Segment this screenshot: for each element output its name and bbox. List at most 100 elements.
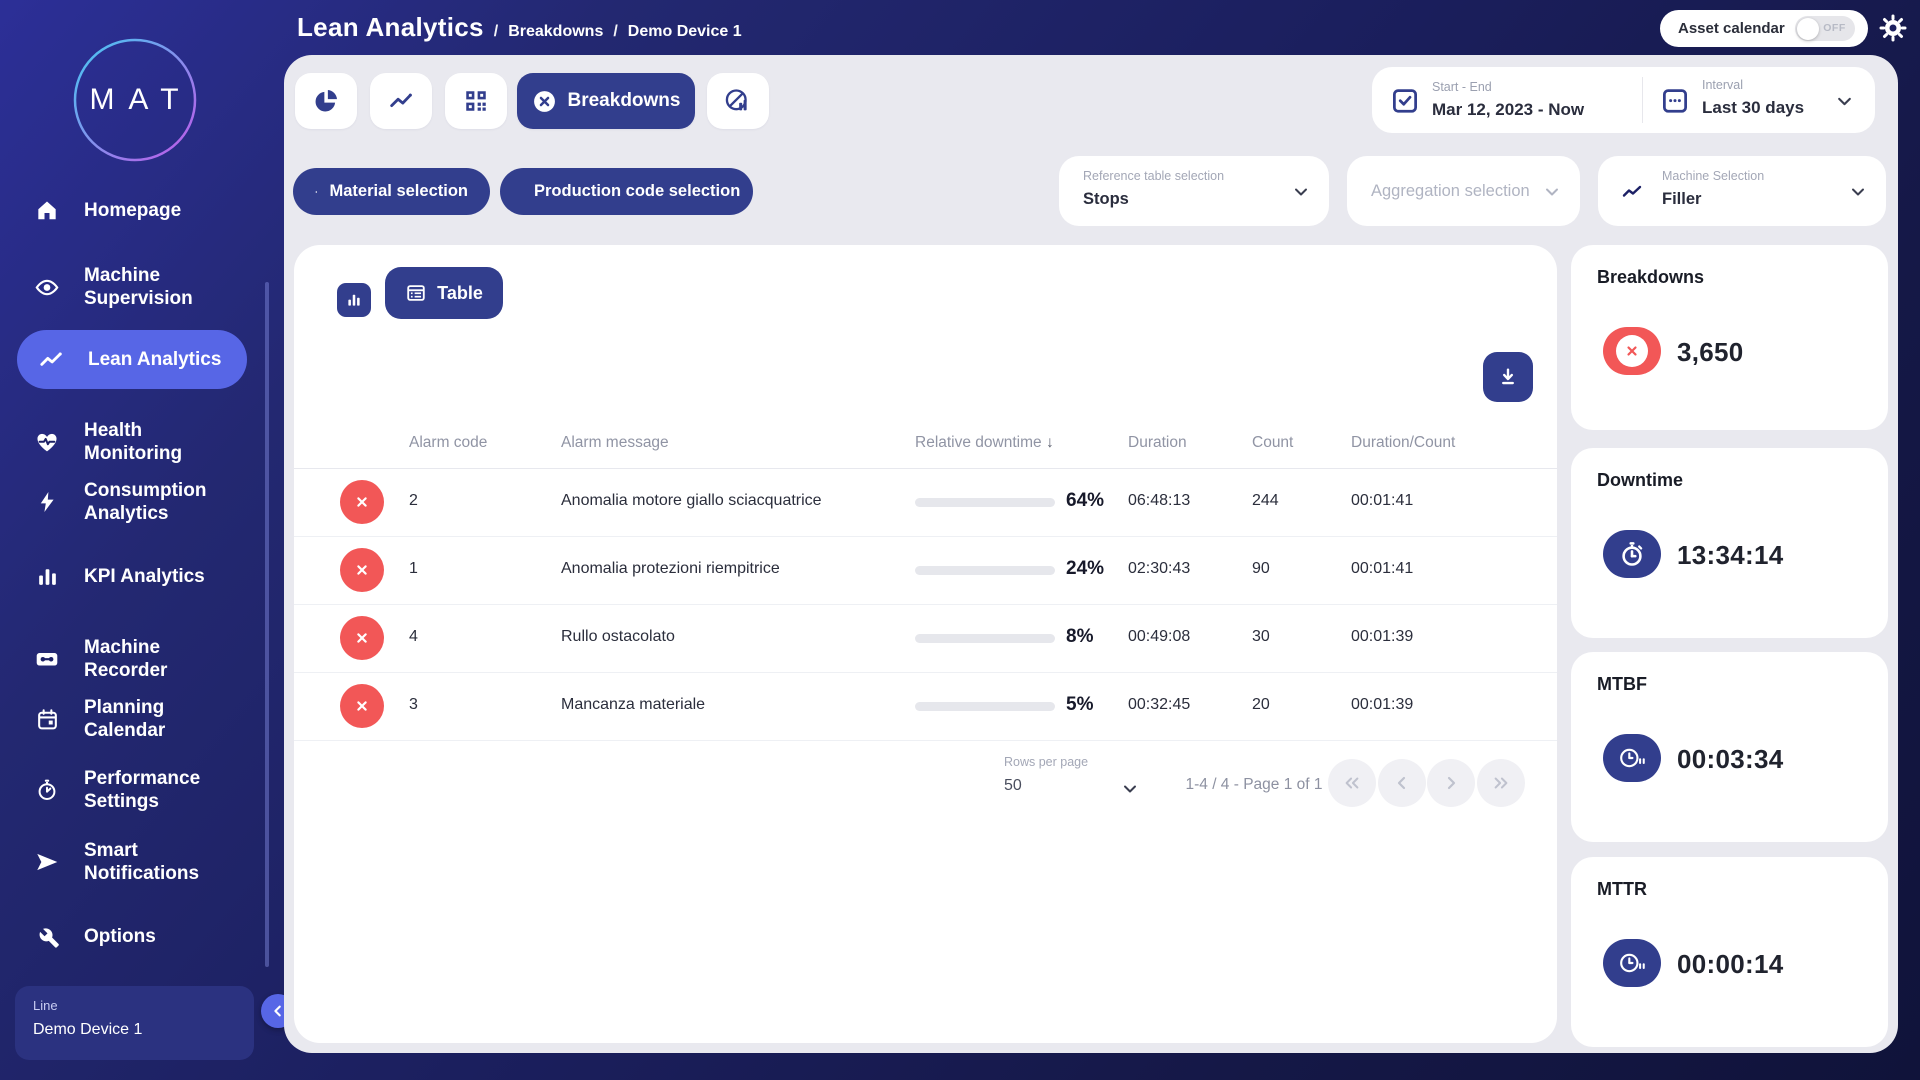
sidebar-item-consumption-analytics[interactable]: Consumption Analytics: [0, 479, 264, 525]
column-header-count[interactable]: Count: [1252, 434, 1293, 452]
trend-line-icon: [387, 87, 415, 115]
reference-table-value: Stops: [1083, 190, 1129, 209]
sidebar-scrollbar[interactable]: [265, 282, 269, 967]
material-selection-label: Material selection: [330, 182, 468, 201]
sidebar-item-smart-notifications[interactable]: Smart Notifications: [0, 839, 264, 885]
chart-view-button[interactable]: [337, 283, 371, 317]
download-button[interactable]: [1483, 352, 1533, 402]
rows-per-page-value[interactable]: 50: [1004, 777, 1022, 795]
table-view-label: Table: [437, 283, 483, 304]
sidebar-item-kpi-analytics[interactable]: KPI Analytics: [0, 563, 264, 589]
table-row[interactable]: 1 Anomalia protezioni riempitrice 24% 02…: [294, 536, 1557, 605]
column-header-alarm-code[interactable]: Alarm code: [409, 434, 487, 452]
production-code-selection-button[interactable]: Production code selection: [500, 168, 753, 215]
qr-code-icon: [463, 88, 489, 114]
calendar-check-icon: [1390, 85, 1420, 115]
heart-pulse-icon: [34, 429, 60, 455]
sidebar-item-label: Machine Supervision: [84, 264, 244, 310]
gear-icon: [1878, 13, 1908, 43]
machine-selection-dropdown[interactable]: Machine Selection Filler: [1598, 156, 1886, 226]
cell-duration-per-count: 00:01:41: [1351, 560, 1413, 578]
cell-downtime-pct: 5%: [1066, 694, 1093, 716]
cell-downtime-pct: 64%: [1066, 490, 1104, 512]
interval-selector[interactable]: Interval Last 30 days: [1642, 67, 1875, 133]
bar-chart-icon: [34, 563, 60, 589]
settings-gear-button[interactable]: [1878, 13, 1908, 43]
sidebar-item-machine-recorder[interactable]: Machine Recorder: [0, 636, 264, 682]
column-header-relative-downtime[interactable]: Relative downtime ↓: [915, 434, 1054, 452]
sidebar-item-lean-analytics[interactable]: Lean Analytics: [17, 330, 247, 389]
kpi-card-mttr: MTTR 00:00:14: [1571, 857, 1888, 1047]
sidebar-item-planning-calendar[interactable]: Planning Calendar: [0, 696, 264, 742]
alarm-x-icon: [340, 684, 384, 728]
asset-calendar-label: Asset calendar: [1678, 20, 1785, 37]
tab-oee[interactable]: [707, 73, 769, 129]
trend-icon: [38, 347, 64, 373]
prev-page-button[interactable]: [1378, 759, 1426, 807]
switch-state-label: OFF: [1823, 22, 1846, 34]
sidebar: MAT Homepage Machine Supervision Lean An…: [0, 0, 284, 1080]
bar-chart-view-icon: [345, 291, 363, 309]
kpi-card-mtbf: MTBF 00:03:34: [1571, 652, 1888, 842]
aggregation-dropdown[interactable]: Aggregation selection: [1347, 156, 1580, 226]
table-row[interactable]: 4 Rullo ostacolato 8% 00:49:08 30 00:01:…: [294, 604, 1557, 673]
column-header-duration[interactable]: Duration: [1128, 434, 1187, 452]
downtime-bar: [915, 702, 1055, 711]
line-selector-card[interactable]: Line Demo Device 1: [15, 986, 254, 1060]
download-icon: [1497, 366, 1519, 388]
kpi-value: 00:00:14: [1677, 949, 1783, 980]
stopwatch-icon: [1603, 530, 1661, 578]
breadcrumb-separator: /: [494, 23, 498, 41]
cell-alarm-message: Anomalia protezioni riempitrice: [561, 560, 780, 578]
cell-alarm-code: 4: [409, 628, 418, 646]
sidebar-item-label: Planning Calendar: [84, 696, 244, 742]
cell-duration: 02:30:43: [1128, 560, 1190, 578]
table-view-button[interactable]: Table: [385, 267, 503, 319]
line-label: Line: [33, 998, 236, 1013]
next-page-button[interactable]: [1427, 759, 1475, 807]
alarm-x-icon: [340, 480, 384, 524]
downtime-bar: [915, 566, 1055, 575]
start-end-selector[interactable]: Start - End Mar 12, 2023 - Now: [1372, 67, 1642, 133]
cell-alarm-code: 3: [409, 696, 418, 714]
start-end-label: Start - End: [1432, 80, 1492, 94]
clock-pause-icon: [1603, 939, 1661, 987]
tab-qr-code[interactable]: [445, 73, 507, 129]
chevron-down-icon[interactable]: [1122, 781, 1138, 797]
pagination-range-label: 1-4 / 4 - Page 1 of 1: [1154, 776, 1354, 794]
bolt-icon: [34, 489, 60, 515]
table-row[interactable]: 3 Mancanza materiale 5% 00:32:45 20 00:0…: [294, 672, 1557, 741]
home-icon: [34, 197, 60, 223]
sidebar-item-options[interactable]: Options: [0, 923, 264, 949]
column-header-alarm-message[interactable]: Alarm message: [561, 434, 669, 452]
cell-duration-per-count: 00:01:39: [1351, 628, 1413, 646]
sidebar-item-machine-supervision[interactable]: Machine Supervision: [0, 264, 264, 310]
sidebar-item-health-monitoring[interactable]: Health Monitoring: [0, 419, 264, 465]
calendar-icon: [34, 706, 60, 732]
breadcrumb-item[interactable]: Breakdowns: [508, 23, 603, 41]
pie-chart-icon: [312, 87, 340, 115]
asset-calendar-toggle-pill[interactable]: Asset calendar OFF: [1660, 10, 1868, 47]
sidebar-item-label: Homepage: [84, 199, 181, 222]
sidebar-item-label: Performance Settings: [84, 767, 244, 813]
tab-breakdowns-active[interactable]: Breakdowns: [517, 73, 695, 129]
table-row[interactable]: 2 Anomalia motore giallo sciacquatrice 6…: [294, 468, 1557, 537]
sidebar-item-performance-settings[interactable]: Performance Settings: [0, 767, 264, 813]
breadcrumb-item[interactable]: Demo Device 1: [628, 23, 742, 41]
tab-pie-chart[interactable]: [295, 73, 357, 129]
sidebar-item-label: Machine Recorder: [84, 636, 244, 682]
sidebar-item-homepage[interactable]: Homepage: [0, 197, 264, 223]
chevron-right-icon: [1443, 775, 1459, 791]
main-content-panel: Breakdowns Start - End Mar 12, 2023 - No…: [284, 55, 1898, 1053]
asset-calendar-switch[interactable]: OFF: [1795, 16, 1855, 41]
machine-selection-label: Machine Selection: [1662, 169, 1764, 183]
kpi-card-breakdowns: Breakdowns 3,650: [1571, 245, 1888, 430]
x-circle-icon: [532, 89, 557, 114]
last-page-button[interactable]: [1477, 759, 1525, 807]
first-page-button[interactable]: [1328, 759, 1376, 807]
double-chevron-right-icon: [1492, 774, 1510, 792]
tab-trend[interactable]: [370, 73, 432, 129]
reference-table-dropdown[interactable]: Reference table selection Stops: [1059, 156, 1329, 226]
column-header-duration-count[interactable]: Duration/Count: [1351, 434, 1455, 452]
material-selection-button[interactable]: Material selection: [293, 168, 490, 215]
